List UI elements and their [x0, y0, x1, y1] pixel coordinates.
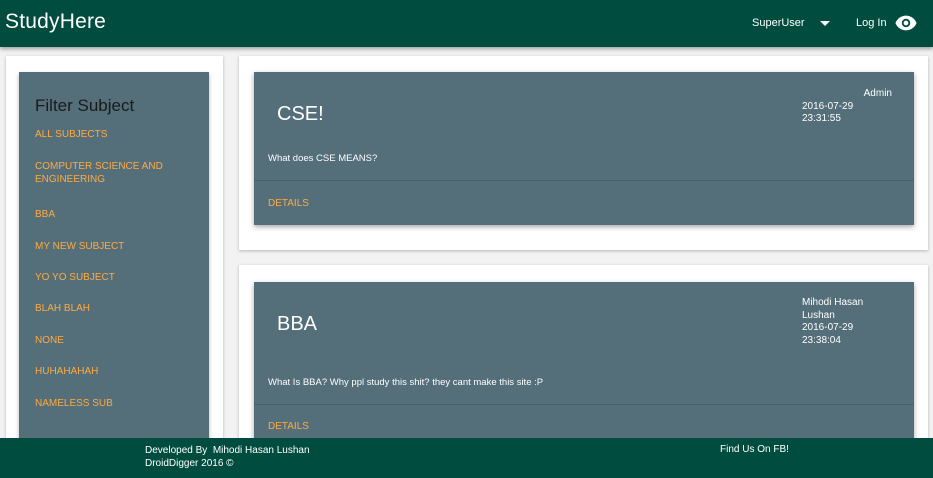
top-navbar: StudyHere SuperUser Log In: [0, 0, 933, 47]
footer-credits: Developed By Mihodi Hasan Lushan DroidDi…: [145, 444, 310, 470]
post-author: Admin: [863, 88, 892, 99]
subject-link-nameless[interactable]: NAMELESS SUB: [35, 397, 205, 410]
post-card: BBA Mihodi Hasan Lushan 2016-07-29 23:38…: [254, 282, 914, 442]
post-time: 23:38:04: [802, 334, 841, 346]
subject-link-huhahahah[interactable]: HUHAHAHAH: [35, 365, 205, 378]
post-card: CSE! Admin 2016-07-29 23:31:55 What does…: [254, 72, 914, 225]
post-body: What does CSE MEANS?: [268, 153, 378, 164]
post-meta: Mihodi Hasan Lushan 2016-07-29 23:38:04: [802, 297, 863, 347]
filter-title: Filter Subject: [35, 96, 135, 115]
subject-link-bba[interactable]: BBA: [35, 208, 205, 221]
subject-link-blah-blah[interactable]: BLAH BLAH: [35, 302, 205, 315]
subject-link-cse[interactable]: COMPUTER SCIENCE AND ENGINEERING: [35, 160, 205, 186]
copyright: DroidDigger 2016 ©: [145, 458, 234, 469]
post-title: CSE!: [277, 103, 324, 125]
post-author: Mihodi Hasan: [802, 297, 864, 308]
subject-link-yo-yo[interactable]: YO YO SUBJECT: [35, 271, 205, 284]
post-wrapper: CSE! Admin 2016-07-29 23:31:55 What does…: [239, 56, 928, 250]
filter-card: Filter Subject ALL SUBJECTS COMPUTER SCI…: [19, 72, 209, 452]
caret-down-icon: [819, 20, 830, 26]
subject-link-my-new-subject[interactable]: MY NEW SUBJECT: [35, 240, 205, 253]
post-body: What Is BBA? Why ppl study this shit? th…: [268, 377, 544, 388]
post-divider: [254, 404, 914, 405]
details-link[interactable]: DETAILS: [268, 198, 309, 209]
post-meta: Admin 2016-07-29 23:31:55: [802, 88, 892, 126]
post-title: BBA: [277, 313, 318, 335]
post-wrapper: BBA Mihodi Hasan Lushan 2016-07-29 23:38…: [239, 265, 928, 445]
facebook-link[interactable]: Find Us On FB!: [720, 444, 789, 455]
user-dropdown[interactable]: SuperUser: [752, 17, 830, 29]
post-time: 23:31:55: [802, 113, 841, 124]
developer-credit: Developed By Mihodi Hasan Lushan: [145, 445, 310, 456]
post-date: 2016-07-29: [802, 100, 854, 112]
eye-icon[interactable]: [895, 14, 917, 32]
details-link[interactable]: DETAILS: [268, 421, 309, 432]
subject-link-none[interactable]: NONE: [35, 334, 205, 347]
post-divider: [254, 180, 914, 181]
page-footer: Developed By Mihodi Hasan Lushan DroidDi…: [0, 438, 933, 478]
brand-logo[interactable]: StudyHere: [5, 10, 106, 34]
user-name: SuperUser: [752, 17, 805, 29]
login-link[interactable]: Log In: [856, 17, 887, 29]
post-author-cont: Lushan: [802, 309, 835, 321]
post-date: 2016-07-29: [802, 322, 854, 333]
subject-link-all[interactable]: ALL SUBJECTS: [35, 128, 205, 141]
sidebar-panel: Filter Subject ALL SUBJECTS COMPUTER SCI…: [6, 56, 223, 456]
